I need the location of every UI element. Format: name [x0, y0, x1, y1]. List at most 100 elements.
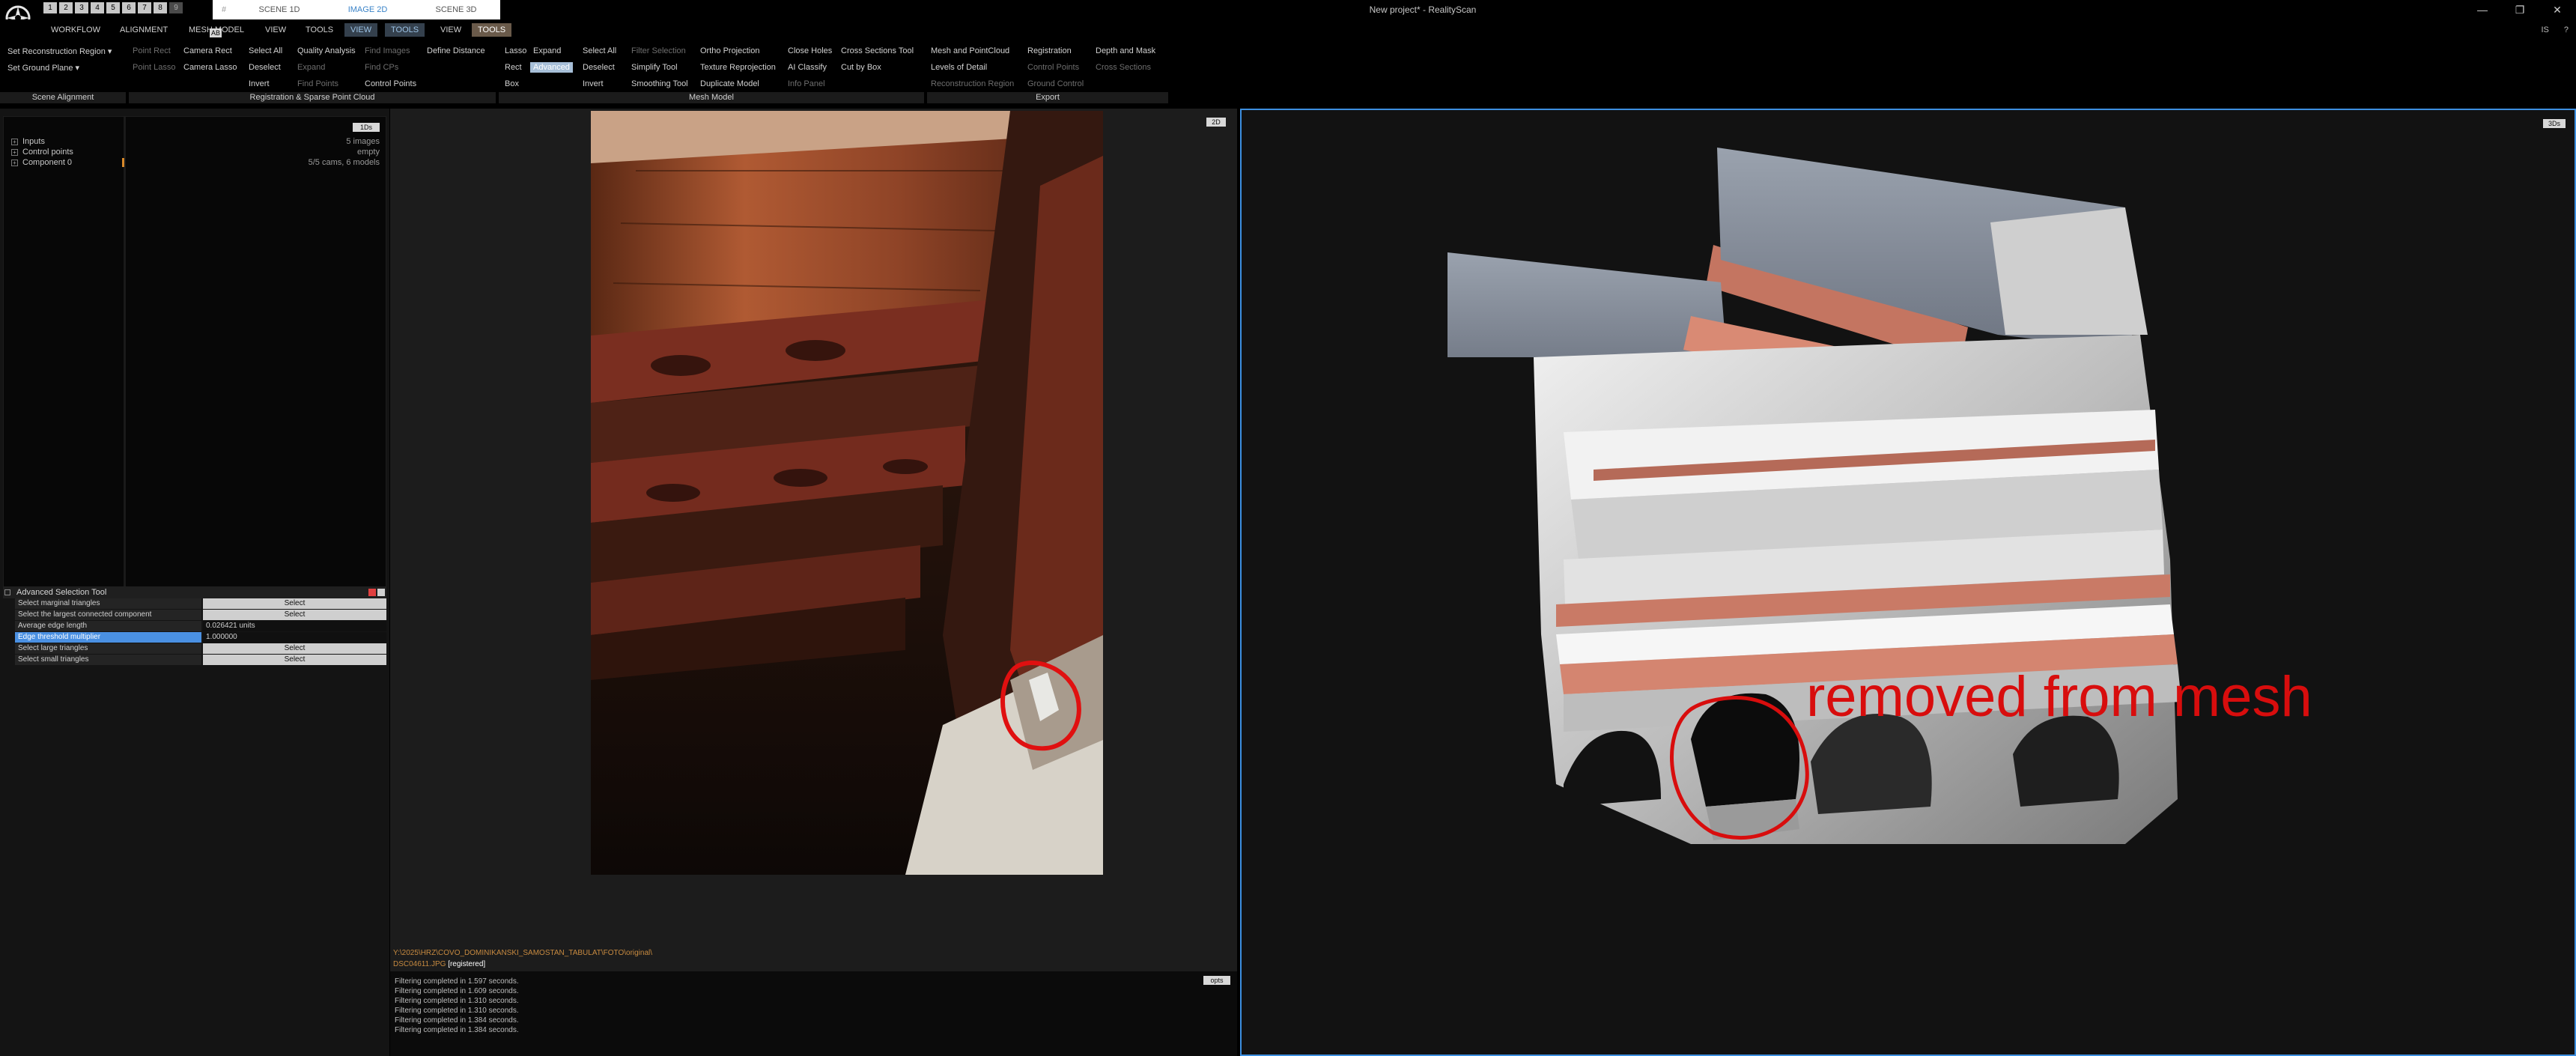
menu-alignment[interactable]: ALIGNMENT [114, 23, 174, 37]
user-icon[interactable]: IS [2541, 25, 2548, 34]
mesh-expand-button[interactable]: Expand [533, 46, 561, 55]
box-button[interactable]: Box [505, 79, 519, 88]
menu-tools-1[interactable]: TOOLS [300, 23, 339, 37]
mesh-select-all-button[interactable]: Select All [583, 46, 616, 55]
tab-scene-3d[interactable]: SCENE 3D [412, 0, 500, 19]
info-panel-button[interactable]: Info Panel [788, 79, 825, 88]
layout-button-2[interactable]: 2 [59, 2, 73, 13]
ortho-projection-button[interactable]: Ortho Projection [700, 46, 759, 55]
select-all-button[interactable]: Select All [249, 46, 282, 55]
help-icon[interactable]: ? [2564, 25, 2569, 34]
select-button[interactable]: Select [203, 643, 386, 654]
smoothing-tool-button[interactable]: Smoothing Tool [631, 79, 688, 88]
point-rect-button[interactable]: Point Rect [133, 46, 171, 55]
texture-reprojection-button[interactable]: Texture Reprojection [700, 63, 776, 72]
control-points-button[interactable]: Control Points [365, 79, 416, 88]
minimize-icon[interactable]: — [2464, 0, 2501, 19]
image-2d-view[interactable]: 2D Y:\2025\HRZ\COVO_DOMINIKANSKI_SAMOSTA… [390, 109, 1237, 1056]
layout-button-9[interactable]: 9 [169, 2, 183, 13]
close-icon[interactable]: ✕ [2539, 0, 2576, 19]
pin-icon[interactable] [368, 589, 376, 596]
quality-analysis-button[interactable]: Quality Analysis [297, 46, 356, 55]
menu-tools-2[interactable]: TOOLS [385, 23, 425, 37]
export-mesh-pointcloud-button[interactable]: Mesh and PointCloud [931, 46, 1009, 55]
export-depth-mask-button[interactable]: Depth and Mask [1096, 46, 1155, 55]
advanced-button[interactable]: Advanced [530, 62, 573, 73]
export-cross-sections-button[interactable]: Cross Sections [1096, 63, 1151, 72]
find-points-button[interactable]: Find Points [297, 79, 338, 88]
export-reconstruction-region-button[interactable]: Reconstruction Region [931, 79, 1014, 88]
value-field[interactable]: 0.026421 units [203, 621, 386, 631]
ribbon: Set Reconstruction Region ▾ Set Ground P… [0, 39, 1168, 103]
mesh-model-render[interactable] [1242, 110, 2575, 1055]
layout-button-6[interactable]: 6 [122, 2, 136, 13]
select-button[interactable]: Select [203, 610, 386, 620]
layout-button-5[interactable]: 5 [106, 2, 120, 13]
console-options-button[interactable]: opts [1203, 976, 1230, 985]
view-2d-button[interactable]: 2D [1206, 118, 1226, 127]
layout-button-7[interactable]: 7 [138, 2, 151, 13]
cross-sections-tool-button[interactable]: Cross Sections Tool [841, 46, 914, 55]
menu-view-1[interactable]: VIEW [259, 23, 292, 37]
tree-view-button[interactable]: 1Ds [353, 123, 380, 132]
console-log[interactable]: opts Filtering completed in 1.597 second… [390, 971, 1237, 1056]
tree-item-component-0[interactable]: + Component 0 [11, 158, 72, 167]
menu-bar: WORKFLOW ALIGNMENT MESH MODEL VIEW TOOLS… [0, 19, 2576, 39]
tab-scene-1d[interactable]: SCENE 1D [235, 0, 323, 19]
define-distance-button[interactable]: Define Distance [427, 46, 485, 55]
menu-tools-3[interactable]: TOOLS [472, 23, 512, 37]
export-ground-control-button[interactable]: Ground Control [1027, 79, 1084, 88]
mesh-invert-button[interactable]: Invert [583, 79, 604, 88]
expand-icon[interactable]: + [11, 160, 18, 166]
filter-selection-button[interactable]: Filter Selection [631, 46, 686, 55]
find-cps-button[interactable]: Find CPs [365, 63, 398, 72]
invert-button[interactable]: Invert [249, 79, 270, 88]
lasso-button[interactable]: Lasso [505, 46, 526, 55]
tree-item-control-points[interactable]: + Control points [11, 148, 73, 157]
collapse-icon[interactable] [4, 589, 10, 595]
simplify-tool-button[interactable]: Simplify Tool [631, 63, 678, 72]
scene-3d-view[interactable]: 3Ds removed from mesh [1240, 109, 2576, 1056]
tree-item-inputs[interactable]: + Inputs [11, 137, 45, 146]
mesh-deselect-button[interactable]: Deselect [583, 63, 615, 72]
export-registration-button[interactable]: Registration [1027, 46, 1072, 55]
export-levels-of-detail-button[interactable]: Levels of Detail [931, 63, 987, 72]
export-control-points-button[interactable]: Control Points [1027, 63, 1079, 72]
tab-image-2d[interactable]: IMAGE 2D [323, 0, 412, 19]
log-line: Filtering completed in 1.384 seconds. [395, 1026, 519, 1034]
tool-row-label: Average edge length [15, 621, 201, 631]
layout-button-1[interactable]: 1 [43, 2, 57, 13]
camera-rect-button[interactable]: Camera Rect [183, 46, 232, 55]
image-filename: DSC04611.JPG [393, 960, 446, 968]
menu-view-2[interactable]: VIEW [344, 23, 378, 37]
photo-image[interactable] [591, 111, 1103, 875]
deselect-button[interactable]: Deselect [249, 63, 281, 72]
select-button[interactable]: Select [203, 655, 386, 665]
camera-lasso-button[interactable]: Camera Lasso [183, 63, 237, 72]
expand-icon[interactable]: + [11, 139, 18, 145]
close-holes-button[interactable]: Close Holes [788, 46, 832, 55]
rect-button[interactable]: Rect [505, 63, 522, 72]
expand-button[interactable]: Expand [297, 63, 325, 72]
value-field[interactable]: 1.000000 [203, 632, 386, 643]
tab-hash[interactable]: # [213, 0, 235, 19]
find-images-button[interactable]: Find Images [365, 46, 410, 55]
ai-classify-button[interactable]: AI Classify [788, 63, 827, 72]
cut-by-box-button[interactable]: Cut by Box [841, 63, 881, 72]
menu-view-3[interactable]: VIEW [434, 23, 467, 37]
maximize-icon[interactable]: ❐ [2501, 0, 2539, 19]
duplicate-model-button[interactable]: Duplicate Model [700, 79, 759, 88]
menu-workflow[interactable]: WORKFLOW [45, 23, 106, 37]
layout-button-3[interactable]: 3 [75, 2, 88, 13]
layout-button-8[interactable]: 8 [154, 2, 167, 13]
point-lasso-button[interactable]: Point Lasso [133, 63, 175, 72]
log-line: Filtering completed in 1.310 seconds. [395, 997, 519, 1005]
tool-row-label: Select marginal triangles [15, 598, 201, 609]
layout-button-4[interactable]: 4 [91, 2, 104, 13]
select-button[interactable]: Select [203, 598, 386, 609]
panel-close-icon[interactable] [377, 589, 385, 596]
tree-value-component-0: 5/5 cams, 6 models [308, 158, 380, 167]
set-reconstruction-region-button[interactable]: Set Reconstruction Region ▾ [7, 46, 112, 56]
expand-icon[interactable]: + [11, 149, 18, 156]
set-ground-plane-button[interactable]: Set Ground Plane ▾ [7, 63, 79, 73]
